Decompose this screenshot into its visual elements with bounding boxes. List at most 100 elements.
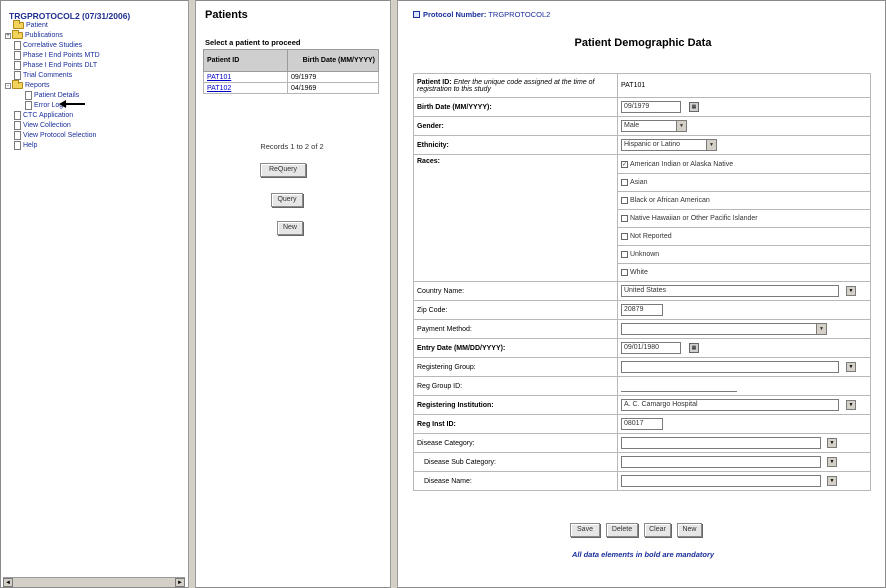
- form-row-registering-group: Registering Group: ▼: [413, 357, 871, 377]
- save-button[interactable]: Save: [570, 523, 600, 537]
- checkbox[interactable]: [621, 179, 628, 186]
- disease-category-select[interactable]: [621, 437, 821, 449]
- document-icon: [14, 61, 21, 70]
- collapse-section-icon[interactable]: [413, 11, 420, 18]
- folder-open-icon: [12, 80, 23, 89]
- reg-inst-id-label: Reg Inst ID:: [413, 414, 618, 434]
- chevron-down-icon[interactable]: ▼: [816, 324, 826, 334]
- calendar-icon[interactable]: ▦: [688, 102, 699, 112]
- document-icon: [14, 41, 21, 50]
- folder-icon: [12, 30, 23, 39]
- demographics-table: Patient ID: Enter the unique code assign…: [413, 73, 871, 491]
- tree-item-correlative-studies[interactable]: Correlative Studies: [14, 41, 82, 50]
- document-icon: [14, 131, 21, 140]
- gender-label: Gender:: [413, 116, 618, 136]
- tree-item-trial-comments[interactable]: Trial Comments: [14, 71, 72, 80]
- patients-table: Patient ID Birth Date (MM/YYYY) PAT101 0…: [203, 49, 379, 94]
- tree-item-publications[interactable]: + Publications: [5, 30, 63, 40]
- race-option[interactable]: Asian: [618, 173, 870, 191]
- checkbox[interactable]: [621, 233, 628, 240]
- calendar-icon[interactable]: ▦: [688, 343, 699, 353]
- tree-item-patient[interactable]: Patient: [13, 20, 48, 30]
- form-row-ethnicity: Ethnicity: Hispanic or Latino ▼: [413, 135, 871, 155]
- tree-horizontal-scrollbar[interactable]: ◄ ►: [3, 577, 185, 587]
- tree-item-phase1-dlt[interactable]: Phase I End Points DLT: [14, 61, 97, 70]
- collapse-icon[interactable]: -: [5, 82, 11, 89]
- table-row[interactable]: PAT102 04/1969: [203, 82, 379, 94]
- tree-item-view-collection[interactable]: View Collection: [14, 121, 71, 130]
- race-option[interactable]: Black or African American: [618, 191, 870, 209]
- tree-item-help[interactable]: Help: [14, 141, 37, 150]
- pane-splitter[interactable]: [390, 0, 398, 588]
- form-row-payment: Payment Method: ▼: [413, 319, 871, 339]
- chevron-down-icon[interactable]: ▼: [826, 476, 837, 486]
- pane-splitter[interactable]: [188, 0, 196, 588]
- form-row-disease-name: Disease Name: ▼: [413, 471, 871, 491]
- new-button[interactable]: New: [677, 523, 702, 537]
- disease-name-select[interactable]: [621, 475, 821, 487]
- column-header-patient-id[interactable]: Patient ID: [203, 49, 288, 72]
- chevron-down-icon[interactable]: ▼: [845, 362, 856, 372]
- entry-date-input[interactable]: 09/01/1980: [621, 342, 681, 354]
- gender-select[interactable]: Male ▼: [621, 120, 687, 132]
- zip-label: Zip Code:: [413, 300, 618, 320]
- checkbox[interactable]: [621, 197, 628, 204]
- country-select[interactable]: United States: [621, 285, 839, 297]
- reg-inst-id-input[interactable]: 08017: [621, 418, 663, 430]
- chevron-down-icon[interactable]: ▼: [706, 140, 716, 150]
- tree-item-patient-details[interactable]: Patient Details: [25, 91, 79, 100]
- registering-institution-select[interactable]: A. C. Camargo Hospital: [621, 399, 839, 411]
- birth-date-input[interactable]: 09/1979: [621, 101, 681, 113]
- select-patient-prompt: Select a patient to proceed: [205, 38, 301, 47]
- checkbox[interactable]: [621, 269, 628, 276]
- chevron-down-icon[interactable]: ▼: [845, 286, 856, 296]
- scroll-right-icon[interactable]: ►: [175, 578, 185, 587]
- patient-id-cell[interactable]: PAT101: [203, 71, 288, 83]
- chevron-down-icon[interactable]: ▼: [676, 121, 686, 131]
- zip-input[interactable]: 20879: [621, 304, 663, 316]
- form-row-birth-date: Birth Date (MM/YYYY): 09/1979 ▦: [413, 97, 871, 117]
- race-option[interactable]: ✓ American Indian or Alaska Native: [618, 155, 870, 173]
- tree-item-phase1-mtd[interactable]: Phase I End Points MTD: [14, 51, 100, 60]
- race-option[interactable]: Not Reported: [618, 227, 870, 245]
- tree-item-view-protocol-selection[interactable]: View Protocol Selection: [14, 131, 96, 140]
- payment-method-select[interactable]: ▼: [621, 323, 827, 335]
- protocol-tree-title[interactable]: TRGPROTOCOL2 (07/31/2006): [9, 11, 130, 21]
- document-icon: [14, 141, 21, 150]
- query-button[interactable]: Query: [271, 193, 303, 207]
- delete-button[interactable]: Delete: [606, 523, 638, 537]
- registering-group-select[interactable]: [621, 361, 839, 373]
- patient-id-cell[interactable]: PAT102: [203, 82, 288, 94]
- form-row-races: Races: ✓ American Indian or Alaska Native…: [413, 154, 871, 282]
- chevron-down-icon[interactable]: ▼: [826, 438, 837, 448]
- tree-item-ctc-application[interactable]: CTC Application: [14, 111, 73, 120]
- column-header-birth-date[interactable]: Birth Date (MM/YYYY): [287, 49, 379, 72]
- race-option[interactable]: Unknown: [618, 245, 870, 263]
- requery-button[interactable]: ReQuery: [260, 163, 306, 177]
- checkbox[interactable]: [621, 215, 628, 222]
- form-row-zip: Zip Code: 20879: [413, 300, 871, 320]
- clear-button[interactable]: Clear: [644, 523, 671, 537]
- disease-sub-category-select[interactable]: [621, 456, 821, 468]
- scroll-left-icon[interactable]: ◄: [3, 578, 13, 587]
- expand-icon[interactable]: +: [5, 32, 11, 39]
- form-row-reg-inst-id: Reg Inst ID: 08017: [413, 414, 871, 434]
- checkbox-checked[interactable]: ✓: [621, 160, 628, 168]
- table-row[interactable]: PAT101 09/1979: [203, 71, 379, 83]
- patient-link[interactable]: PAT102: [207, 85, 231, 92]
- document-icon: [14, 51, 21, 60]
- form-row-entry-date: Entry Date (MM/DD/YYYY): 09/01/1980 ▦: [413, 338, 871, 358]
- patient-link[interactable]: PAT101: [207, 74, 231, 81]
- race-option[interactable]: Native Hawaiian or Other Pacific Islande…: [618, 209, 870, 227]
- reg-group-id-label: Reg Group ID:: [413, 376, 618, 396]
- tree-item-reports[interactable]: - Reports: [5, 80, 50, 90]
- chevron-down-icon[interactable]: ▼: [845, 400, 856, 410]
- ethnicity-select[interactable]: Hispanic or Latino ▼: [621, 139, 717, 151]
- reg-group-id-input[interactable]: [621, 380, 737, 392]
- disease-sub-category-label: Disease Sub Category:: [413, 452, 618, 472]
- chevron-down-icon[interactable]: ▼: [826, 457, 837, 467]
- ethnicity-label: Ethnicity:: [413, 135, 618, 155]
- checkbox[interactable]: [621, 251, 628, 258]
- race-option[interactable]: White: [618, 263, 870, 281]
- new-patient-button[interactable]: New: [277, 221, 303, 235]
